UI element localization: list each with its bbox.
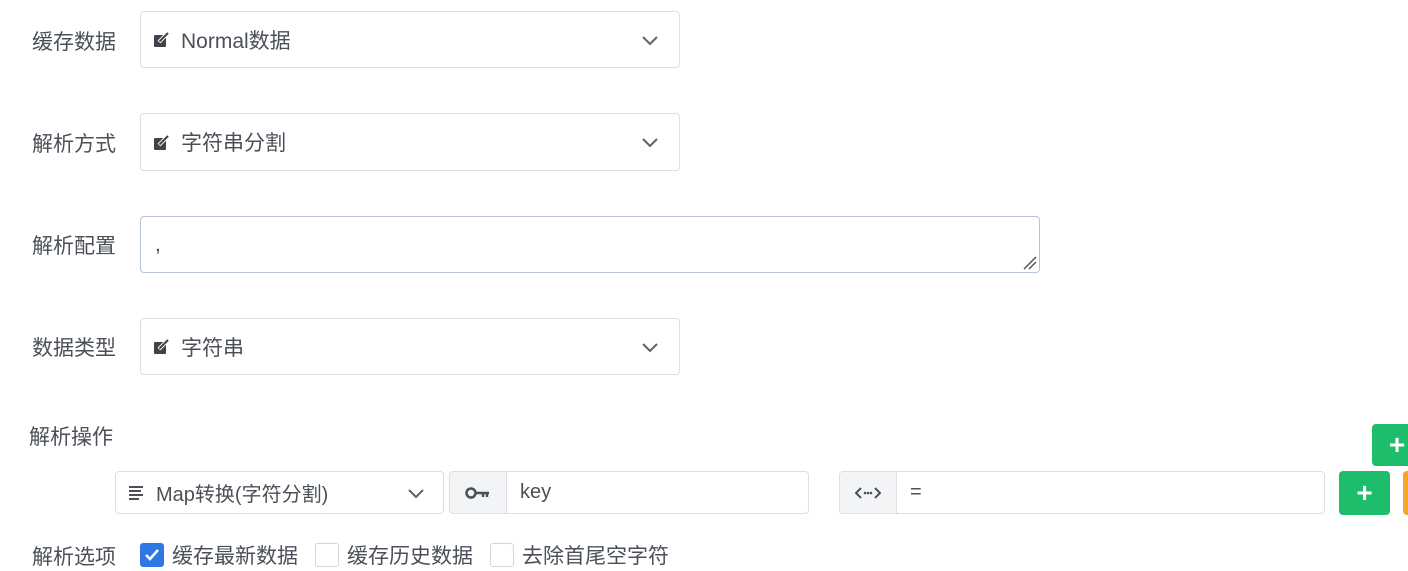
key-addon [450, 472, 507, 513]
cache-data-value: Normal数据 [181, 29, 291, 53]
parse-operation-label: 解析操作 [29, 426, 113, 449]
parse-config-label: 解析配置 [32, 235, 116, 258]
parse-method-label: 解析方式 [32, 133, 116, 156]
parse-options-label: 解析选项 [32, 546, 116, 569]
add-operation-button[interactable]: + [1372, 424, 1408, 466]
edit-icon [152, 133, 170, 151]
checkbox-unchecked[interactable] [490, 543, 514, 567]
key-input[interactable]: key [449, 471, 809, 514]
chevron-down-icon [642, 138, 658, 148]
option-trim-whitespace[interactable]: 去除首尾空字符 [490, 542, 669, 568]
chevron-down-icon [642, 35, 658, 45]
checkbox-checked[interactable] [140, 543, 164, 567]
row-action-button[interactable] [1403, 471, 1408, 515]
option-cache-latest[interactable]: 缓存最新数据 [140, 542, 298, 568]
operation-type-select[interactable]: Map转换(字符分割) [115, 471, 444, 514]
parse-method-select[interactable]: 字符串分割 [140, 113, 680, 171]
cache-data-label: 缓存数据 [32, 31, 116, 54]
data-type-select[interactable]: 字符串 [140, 318, 680, 375]
separator-addon [840, 472, 897, 513]
align-left-icon [129, 485, 143, 500]
option-label: 去除首尾空字符 [522, 545, 669, 568]
check-icon [145, 549, 159, 561]
edit-icon [152, 338, 170, 356]
key-icon [465, 486, 489, 499]
edit-icon [152, 31, 170, 49]
option-label: 缓存最新数据 [172, 545, 298, 568]
key-input-value: key [520, 481, 552, 503]
operation-type-value: Map转换(字符分割) [156, 484, 329, 506]
data-type-label: 数据类型 [32, 337, 116, 360]
separator-input[interactable]: = [839, 471, 1325, 514]
chevron-down-icon [642, 342, 658, 352]
option-label: 缓存历史数据 [347, 545, 473, 568]
checkbox-unchecked[interactable] [315, 543, 339, 567]
add-row-button[interactable]: + [1339, 471, 1390, 515]
resize-handle-icon[interactable] [1021, 254, 1037, 270]
chevron-down-icon [408, 488, 424, 498]
parse-method-value: 字符串分割 [181, 132, 286, 155]
data-type-value: 字符串 [181, 336, 244, 360]
cache-data-select[interactable]: Normal数据 [140, 11, 680, 68]
parse-config-value: , [155, 233, 161, 256]
separator-input-value: = [910, 481, 922, 503]
option-cache-history[interactable]: 缓存历史数据 [315, 542, 473, 568]
code-icon [855, 486, 881, 499]
parse-config-textarea[interactable]: , [140, 216, 1040, 273]
